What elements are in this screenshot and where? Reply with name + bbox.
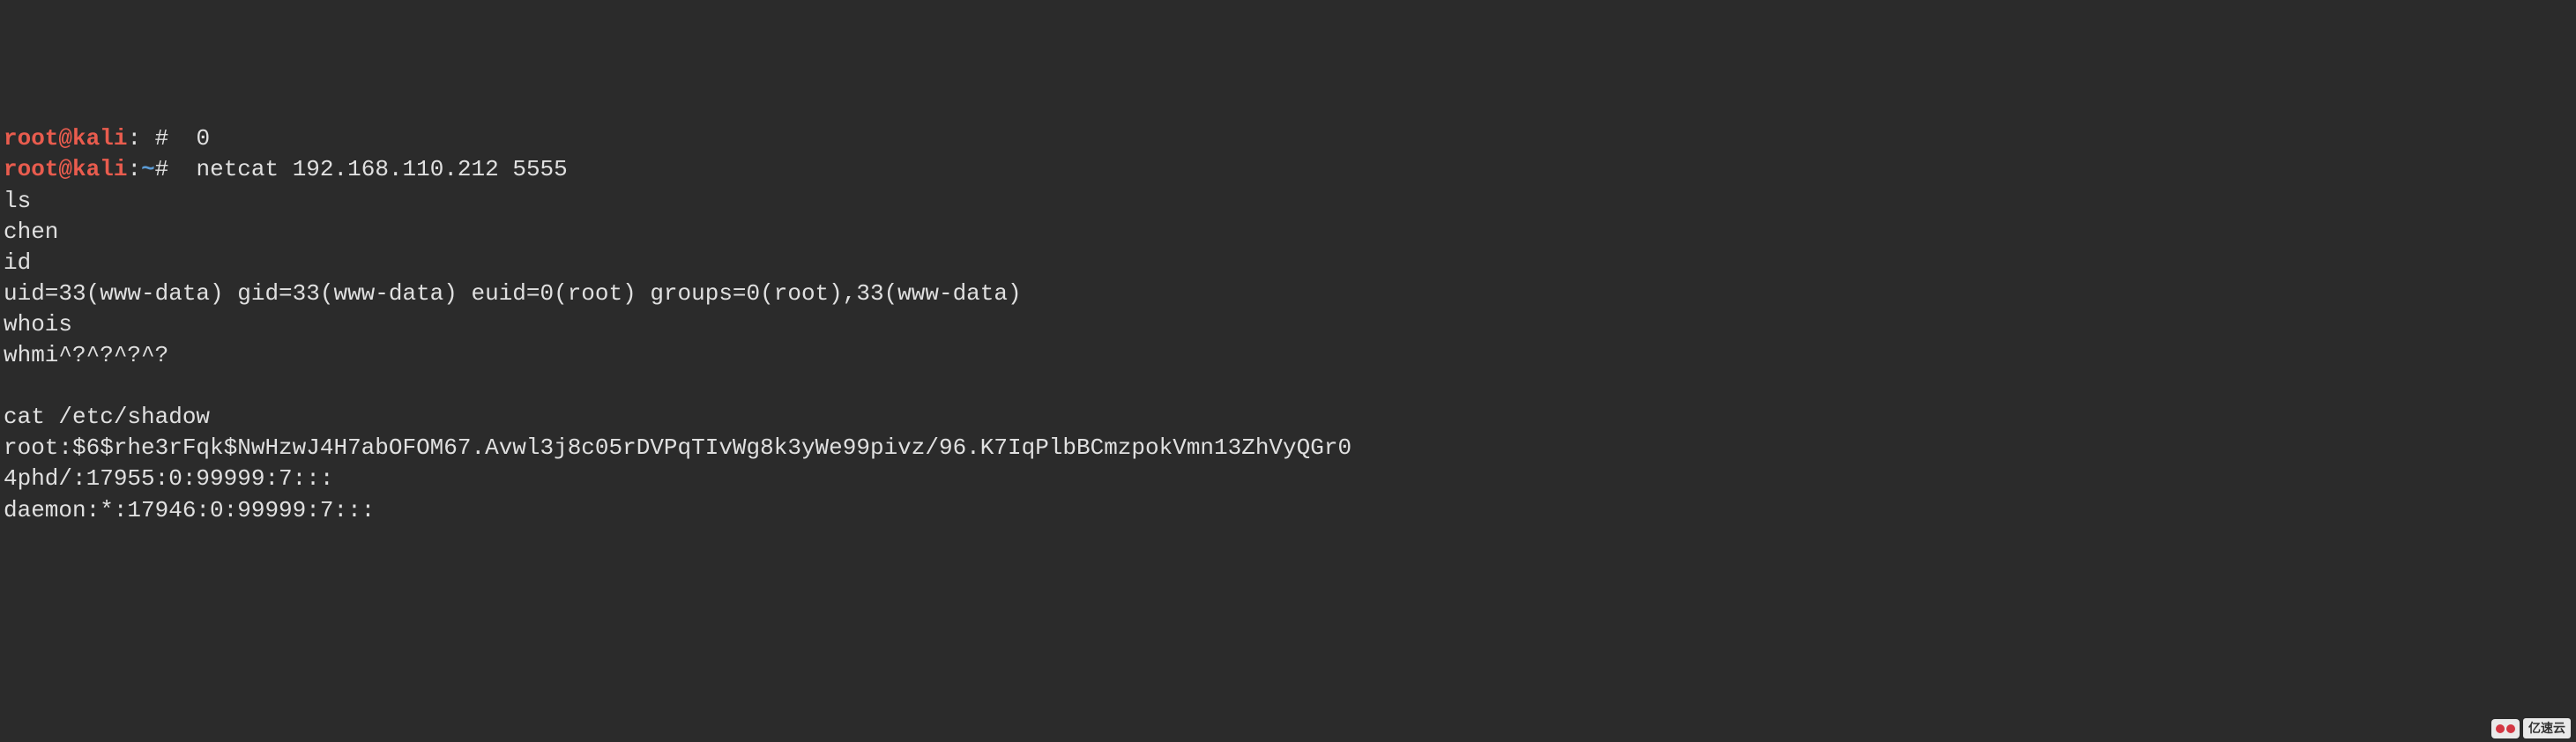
- output-line: 4phd/:17955:0:99999:7:::: [4, 465, 333, 492]
- terminal-output[interactable]: root@kali: # 0 root@kali:~# netcat 192.1…: [4, 123, 2572, 525]
- prompt-path: ~: [141, 156, 155, 182]
- prompt-user-partial: root@kali: [4, 125, 127, 152]
- output-line: whois: [4, 311, 72, 338]
- output-line: root:$6$rhe3rFqk$NwHzwJ4H7abOFOM67.Avwl3…: [4, 434, 1351, 461]
- output-line: chen: [4, 219, 58, 245]
- output-line: ls: [4, 188, 31, 214]
- output-line: whmi^?^?^?^?: [4, 342, 168, 368]
- output-line: uid=33(www-data) gid=33(www-data) euid=0…: [4, 280, 1022, 307]
- output-line: id: [4, 249, 31, 276]
- command-text: netcat 192.168.110.212 5555: [168, 156, 567, 182]
- output-line: daemon:*:17946:0:99999:7:::: [4, 497, 375, 523]
- output-line: cat /etc/shadow: [4, 404, 210, 430]
- prompt-line-partial: root@kali: # 0: [4, 125, 210, 152]
- prompt-user: root: [4, 156, 58, 182]
- watermark-icon: [2491, 719, 2520, 738]
- watermark: 亿速云: [2491, 718, 2571, 738]
- prompt-line: root@kali:~# netcat 192.168.110.212 5555: [4, 156, 568, 182]
- watermark-text: 亿速云: [2523, 718, 2571, 738]
- prompt-host: kali: [72, 156, 127, 182]
